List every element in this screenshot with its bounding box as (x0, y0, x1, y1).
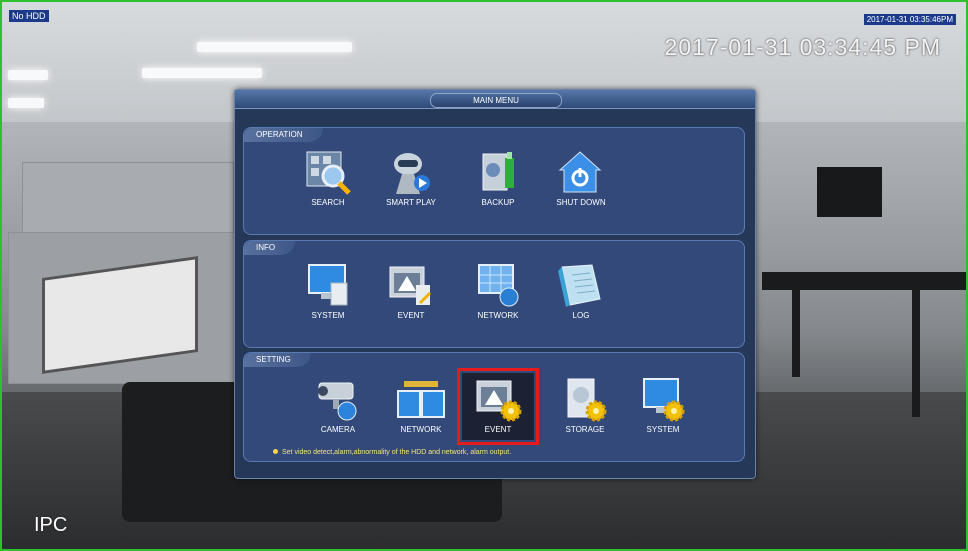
desk-leg (792, 287, 800, 377)
system-info-icon (303, 263, 353, 309)
menu-item-label: SYSTEM (646, 425, 680, 434)
ceiling-light (8, 98, 44, 108)
section-label: INFO (244, 241, 296, 255)
menu-item-system-setting[interactable]: SYSTEM (624, 377, 702, 434)
menu-item-label: CAMERA (320, 425, 356, 434)
menu-item-label: NETWORK (477, 311, 519, 320)
main-menu: MAIN MENU OPERATION SEARCH SMART PLAY BA… (234, 89, 756, 479)
shutdown-icon (556, 150, 606, 196)
system-setting-icon (638, 377, 688, 423)
ceiling-light (142, 68, 262, 78)
log-icon (556, 263, 606, 309)
menu-item-log[interactable]: LOG (542, 263, 620, 320)
background-monitor (817, 167, 882, 217)
menu-item-event-setting[interactable]: EVENT (457, 368, 539, 445)
menu-item-network-setting[interactable]: NETWORK (382, 377, 460, 434)
backup-icon (473, 150, 523, 196)
menu-item-label: NETWORK (400, 425, 442, 434)
menu-item-label: SMART PLAY (386, 198, 436, 207)
menu-title-bar: MAIN MENU (235, 90, 755, 109)
menu-item-label: SHUT DOWN (556, 198, 606, 207)
section-operation: OPERATION SEARCH SMART PLAY BACKUP SHUT … (243, 127, 745, 235)
menu-item-shutdown[interactable]: SHUT DOWN (542, 150, 620, 207)
event-info-icon (386, 263, 436, 309)
menu-item-label: LOG (572, 311, 590, 320)
channel-name: IPC (34, 514, 68, 536)
menu-title: MAIN MENU (430, 93, 562, 108)
menu-item-label: EVENT (484, 425, 512, 434)
menu-item-search[interactable]: SEARCH (289, 150, 367, 207)
section-setting: SETTING CAMERA NETWORK EVENT STORAGE SYS… (243, 352, 745, 462)
hint-message: Set video detect,alarm,abnormality of th… (282, 449, 512, 456)
menu-item-label: SEARCH (311, 198, 345, 207)
cubicle-wall (22, 162, 234, 234)
hint-bullet-icon (273, 449, 278, 454)
hint-text: Set video detect,alarm,abnormality of th… (273, 449, 511, 456)
menu-item-label: BACKUP (481, 198, 515, 207)
section-info: INFO SYSTEM EVENT NETWORK LOG (243, 240, 745, 348)
menu-item-label: STORAGE (565, 425, 605, 434)
smart-play-icon (386, 150, 436, 196)
search-icon (303, 150, 353, 196)
camera-view: No HDD 2017-01-31 03:35:46PM 2017-01-31 … (0, 0, 968, 551)
menu-item-system-info[interactable]: SYSTEM (289, 263, 367, 320)
desk-leg (912, 287, 920, 417)
hdd-status-badge: No HDD (9, 10, 49, 22)
menu-item-event-info[interactable]: EVENT (372, 263, 450, 320)
menu-item-camera[interactable]: CAMERA (299, 377, 377, 434)
network-setting-icon (396, 377, 446, 423)
ceiling-light (197, 42, 352, 52)
osd-timestamp: 2017-01-31 03:34:45 PM (664, 34, 941, 60)
section-label: SETTING (244, 353, 311, 367)
small-timestamp: 2017-01-31 03:35:46PM (863, 14, 956, 25)
menu-item-storage[interactable]: STORAGE (546, 377, 624, 434)
ceiling-light (8, 70, 48, 80)
menu-item-label: EVENT (397, 311, 425, 320)
section-label: OPERATION (244, 128, 323, 142)
storage-icon (560, 377, 610, 423)
network-info-icon (473, 263, 523, 309)
menu-item-smart-play[interactable]: SMART PLAY (372, 150, 450, 207)
event-setting-icon (473, 377, 523, 423)
menu-item-label: SYSTEM (311, 311, 345, 320)
menu-item-backup[interactable]: BACKUP (459, 150, 537, 207)
menu-item-network-info[interactable]: NETWORK (459, 263, 537, 320)
camera-icon (313, 377, 363, 423)
